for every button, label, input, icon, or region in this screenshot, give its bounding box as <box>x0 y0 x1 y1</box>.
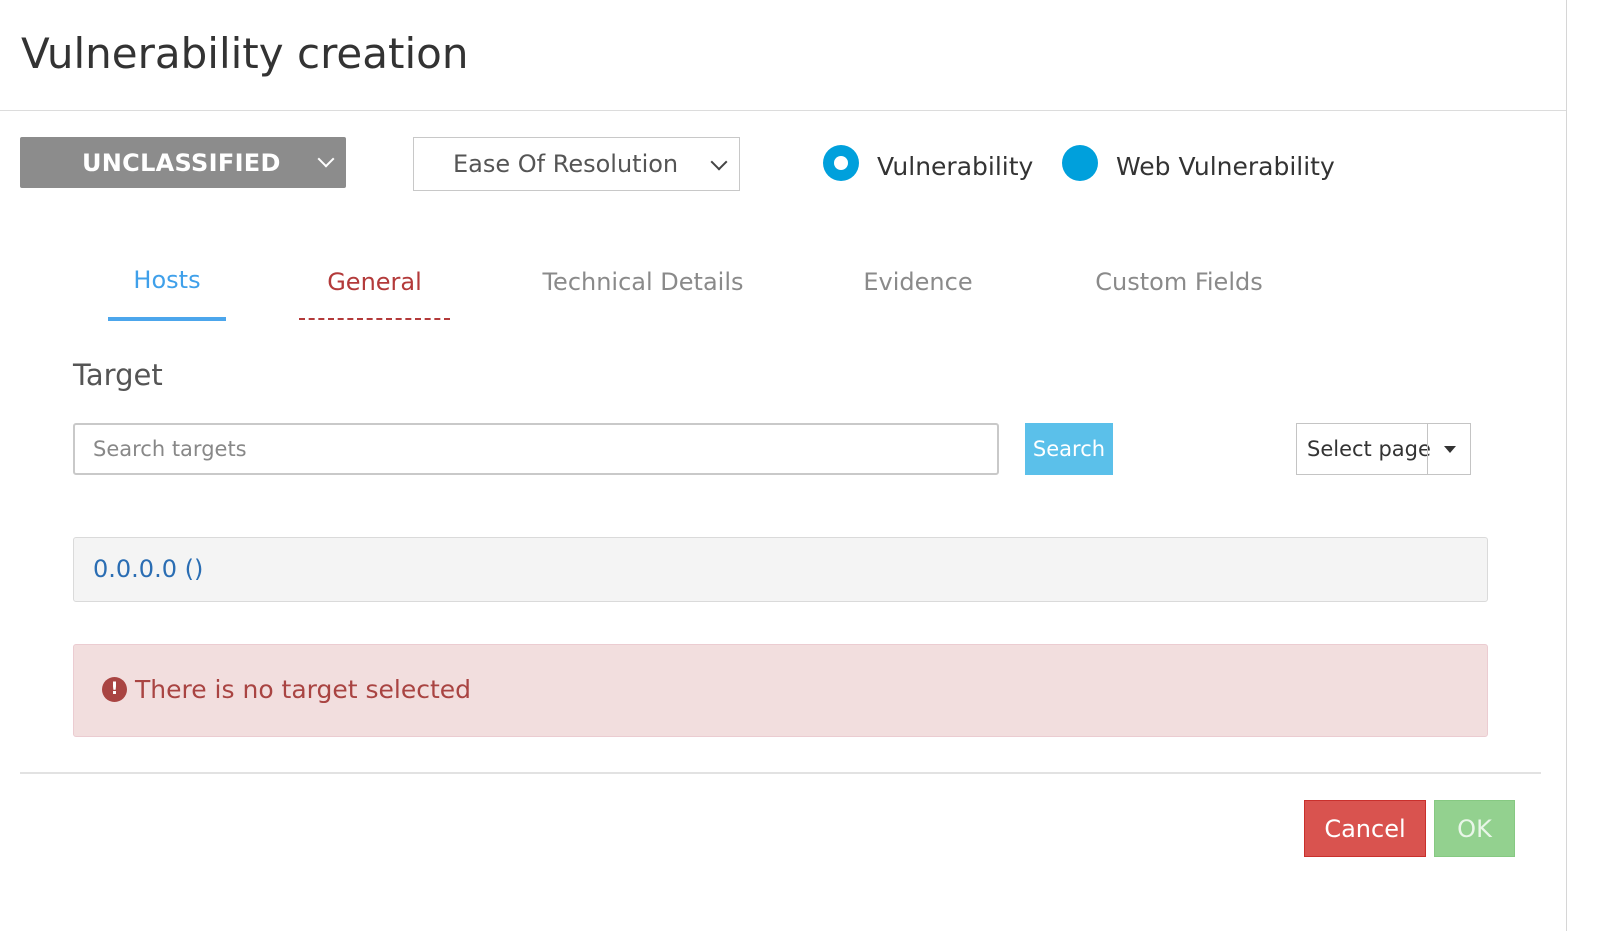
chevron-down-icon <box>710 153 728 171</box>
vulnerability-radio[interactable] <box>823 145 859 181</box>
severity-dropdown[interactable]: UNCLASSIFIED <box>20 137 346 188</box>
list-item[interactable]: 0.0.0.0 () <box>73 537 1488 602</box>
no-target-alert: ! There is no target selected <box>73 644 1488 737</box>
select-page-dropdown[interactable]: Select page <box>1296 423 1471 475</box>
active-tab-indicator <box>108 317 226 321</box>
tab-technical-details[interactable]: Technical Details <box>537 264 749 300</box>
caret-down-icon <box>1444 446 1456 453</box>
tab-custom-fields[interactable]: Custom Fields <box>1090 264 1268 300</box>
tab-hosts[interactable]: Hosts <box>108 262 226 298</box>
select-page-label: Select page <box>1307 437 1431 461</box>
search-button[interactable]: Search <box>1025 423 1113 475</box>
cancel-button[interactable]: Cancel <box>1304 800 1426 857</box>
web-vulnerability-radio-label[interactable]: Web Vulnerability <box>1116 152 1335 182</box>
dialog-title: Vulnerability creation <box>21 29 469 78</box>
search-targets-input[interactable] <box>73 423 999 475</box>
tab-evidence[interactable]: Evidence <box>858 264 978 300</box>
ease-of-resolution-label: Ease Of Resolution <box>453 150 679 178</box>
footer-divider <box>20 772 1541 774</box>
ease-of-resolution-dropdown[interactable]: Ease Of Resolution <box>413 137 740 191</box>
select-page-divider <box>1427 424 1428 474</box>
tab-general[interactable]: General <box>299 264 450 300</box>
host-link[interactable]: 0.0.0.0 () <box>93 554 203 584</box>
severity-dropdown-label: UNCLASSIFIED <box>82 149 281 177</box>
ok-button[interactable]: OK <box>1434 800 1515 857</box>
web-vulnerability-radio[interactable] <box>1062 145 1098 181</box>
target-section-title: Target <box>73 358 163 392</box>
alert-message: There is no target selected <box>135 675 472 704</box>
vulnerability-creation-dialog: Vulnerability creation UNCLASSIFIED Ease… <box>0 0 1567 931</box>
dialog-header: Vulnerability creation <box>0 0 1566 111</box>
tab-error-indicator <box>299 318 450 320</box>
vulnerability-radio-label[interactable]: Vulnerability <box>877 152 1033 182</box>
chevron-down-icon <box>317 150 335 168</box>
exclamation-circle-icon: ! <box>102 677 127 702</box>
